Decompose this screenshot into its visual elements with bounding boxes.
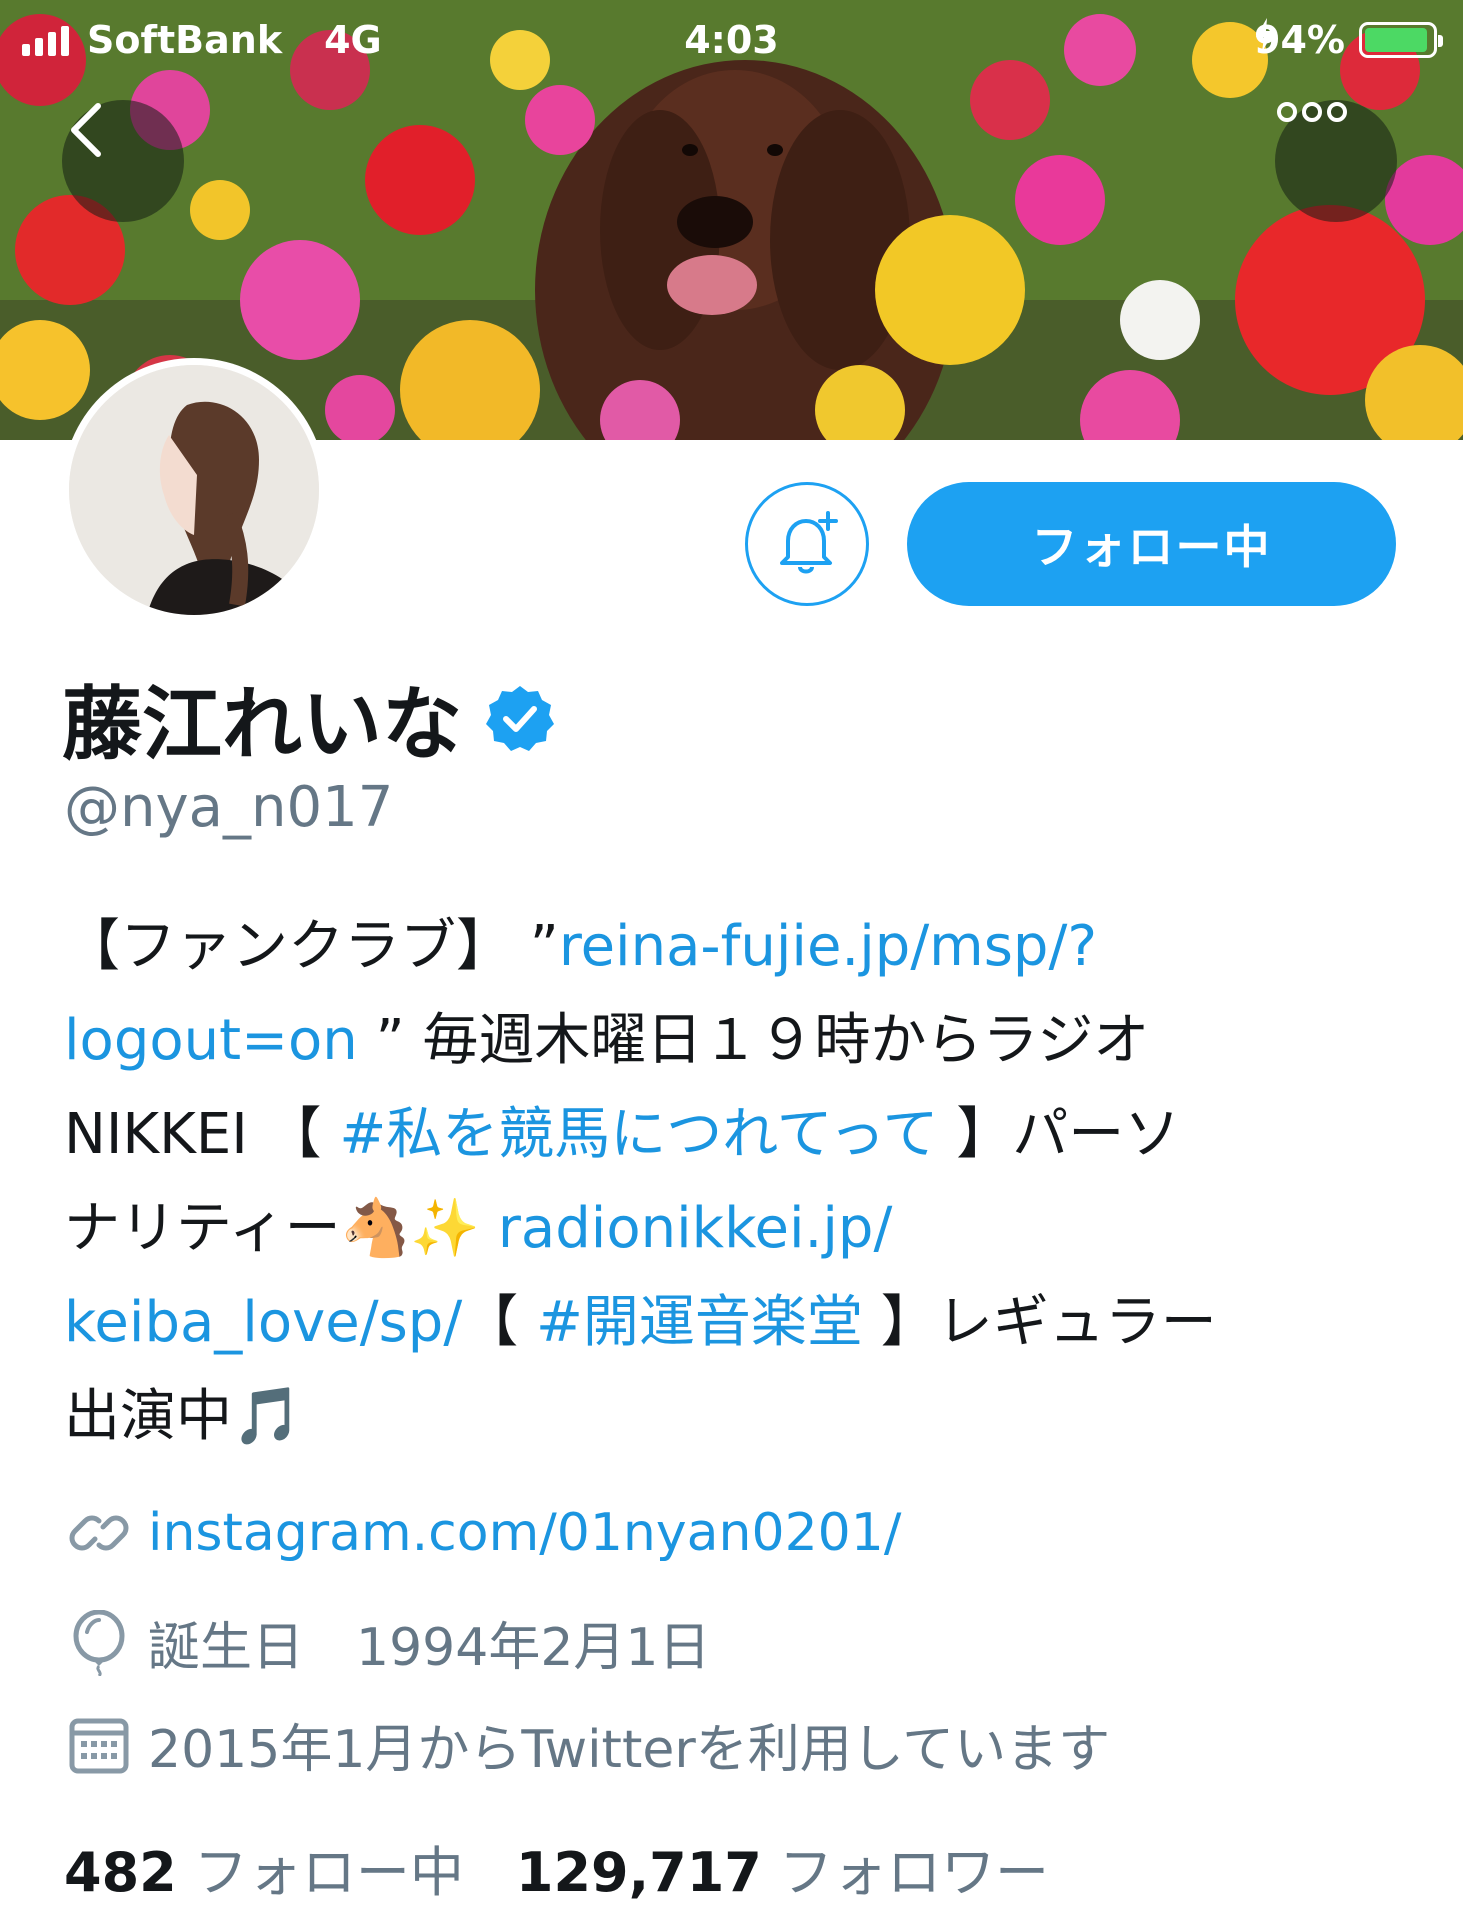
follow-stats: 482 フォロー中 129,717 フォロワー [64, 1828, 1049, 1907]
battery-icon [1359, 22, 1443, 58]
more-options-button[interactable] [1275, 100, 1397, 222]
website-link[interactable]: instagram.com/01nyan0201/ [148, 1503, 901, 1563]
calendar-icon [69, 1718, 129, 1773]
profile-avatar[interactable] [62, 358, 326, 622]
bio-text: 】パーソ [938, 1102, 1181, 1167]
followers-stat[interactable]: 129,717 フォロワー [516, 1828, 1049, 1907]
user-handle: @nya_n017 [64, 775, 394, 840]
bio-link[interactable]: keiba_love/sp/ [64, 1290, 462, 1355]
bio-line: ナリティー🐴✨ radionikkei.jp/ [64, 1182, 1414, 1276]
bio-line: 出演中🎵 [64, 1370, 1414, 1464]
bio-link[interactable]: reina-fujie.jp/msp/? [559, 914, 1097, 979]
hashtag-link[interactable]: #開運音楽堂 [536, 1290, 863, 1355]
display-name: 藤江れいな [62, 678, 462, 771]
more-dots-icon [1277, 102, 1347, 122]
link-icon [69, 1515, 129, 1551]
profile-birthday-row: 誕生日 1994年2月1日 [64, 1605, 711, 1680]
following-stat[interactable]: 482 フォロー中 [64, 1828, 464, 1907]
followers-count: 129,717 [515, 1841, 762, 1904]
profile-website-row: instagram.com/01nyan0201/ [64, 1498, 901, 1568]
bio-text: 【ファンクラブ】 ” [64, 914, 559, 979]
hashtag-link[interactable]: #私を競馬につれてって [339, 1102, 938, 1167]
bio-link[interactable]: radionikkei.jp/ [498, 1196, 892, 1261]
clock: 4:03 [684, 18, 779, 62]
following-label: フォロー中 [193, 1841, 464, 1904]
bio-link[interactable]: logout=on [64, 1008, 358, 1073]
bio-text: 【 [462, 1290, 536, 1355]
back-button[interactable] [62, 100, 184, 222]
bio-text: 出演中🎵 [64, 1384, 302, 1449]
followers-label: フォロワー [779, 1841, 1050, 1904]
bio-line: logout=on ” 毎週木曜日１９時からラジオ [64, 994, 1414, 1088]
bell-plus-icon [780, 511, 838, 574]
bio-line: NIKKEI 【 #私を競馬につれてって 】パーソ [64, 1088, 1414, 1182]
status-bar: SoftBank 4G 4:03 94% [0, 0, 1463, 80]
bio-line: 【ファンクラブ】 ”reina-fujie.jp/msp/? [64, 900, 1414, 994]
profile-joined-row: 2015年1月からTwitterを利用しています [64, 1707, 1110, 1782]
following-button[interactable]: フォロー中 [907, 482, 1396, 606]
verified-badge-icon [486, 686, 554, 751]
bio-text: ” 毎週木曜日１９時からラジオ [357, 1008, 1150, 1073]
following-count: 482 [64, 1841, 177, 1904]
avatar-image [69, 365, 319, 615]
balloon-icon [73, 1609, 125, 1676]
bio-text: NIKKEI 【 [64, 1102, 340, 1167]
charging-icon [1256, 18, 1275, 52]
chevron-left-icon [71, 103, 101, 157]
birthday-text: 誕生日 1994年2月1日 [148, 1618, 711, 1678]
notifications-button[interactable] [745, 482, 869, 606]
joined-text: 2015年1月からTwitterを利用しています [148, 1720, 1111, 1780]
bio-text: ナリティー🐴✨ [64, 1196, 498, 1261]
bio-text: 】レギュラー [862, 1290, 1217, 1355]
bio-line: keiba_love/sp/【 #開運音楽堂 】レギュラー [64, 1276, 1414, 1370]
profile-bio: 【ファンクラブ】 ”reina-fujie.jp/msp/? logout=on … [64, 900, 1414, 1464]
profile-name-row: 藤江れいな [62, 660, 556, 776]
